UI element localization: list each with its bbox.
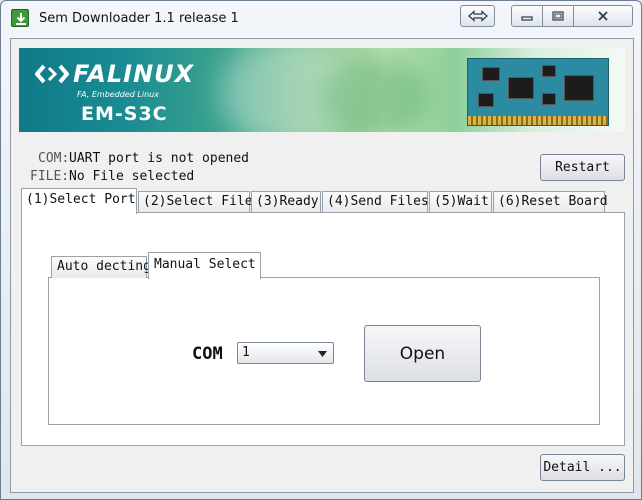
com-port-label: COM [192, 344, 223, 364]
com-port-value: 1 [242, 345, 250, 360]
restore-arrows-icon[interactable] [460, 5, 495, 27]
close-icon [598, 11, 608, 21]
banner: FALINUX FA, Embedded Linux EM-S3C [19, 48, 625, 132]
tab-reset-board[interactable]: (6)Reset Board [493, 191, 608, 213]
falinux-logo-icon [35, 64, 69, 84]
com-status-value: UART port is not opened [69, 151, 250, 166]
subtab-manual-select[interactable]: Manual Select [148, 252, 261, 279]
brand-logo-text: FALINUX [73, 60, 195, 88]
minimize-button[interactable] [511, 5, 543, 27]
app-window: Sem Downloader 1.1 release 1 FALINUX FA,… [0, 0, 642, 500]
board-image [467, 58, 609, 126]
subtab-auto-detecting[interactable]: Auto decting [51, 256, 151, 278]
window-title: Sem Downloader 1.1 release 1 [39, 11, 239, 26]
tab-select-port[interactable]: (1)Select Port [21, 188, 137, 214]
tab-select-file[interactable]: (2)Select File [138, 191, 253, 213]
download-icon [11, 9, 29, 27]
close-button[interactable] [573, 5, 633, 27]
dropdown-arrow-icon [318, 351, 327, 357]
minimize-icon [521, 16, 533, 21]
com-status-label: COM: [38, 151, 70, 166]
brand-tagline: FA, Embedded Linux [77, 90, 159, 99]
maximize-button[interactable] [542, 5, 574, 27]
board-model: EM-S3C [81, 103, 168, 125]
detail-button[interactable]: Detail ... [540, 454, 625, 481]
com-port-select[interactable]: 1 [237, 342, 334, 364]
tab-wait[interactable]: (5)Wait [429, 191, 492, 213]
title-bar[interactable]: Sem Downloader 1.1 release 1 [1, 1, 641, 37]
tab-ready[interactable]: (3)Ready [251, 191, 321, 213]
file-status-label: FILE: [30, 169, 70, 184]
client-area: FALINUX FA, Embedded Linux EM-S3C COM: U… [10, 38, 634, 493]
restart-button[interactable]: Restart [540, 154, 625, 181]
maximize-icon [552, 11, 564, 21]
tab-send-files[interactable]: (4)Send Files [322, 191, 429, 213]
file-status-value: No File selected [69, 169, 195, 184]
open-button[interactable]: Open [364, 325, 481, 382]
